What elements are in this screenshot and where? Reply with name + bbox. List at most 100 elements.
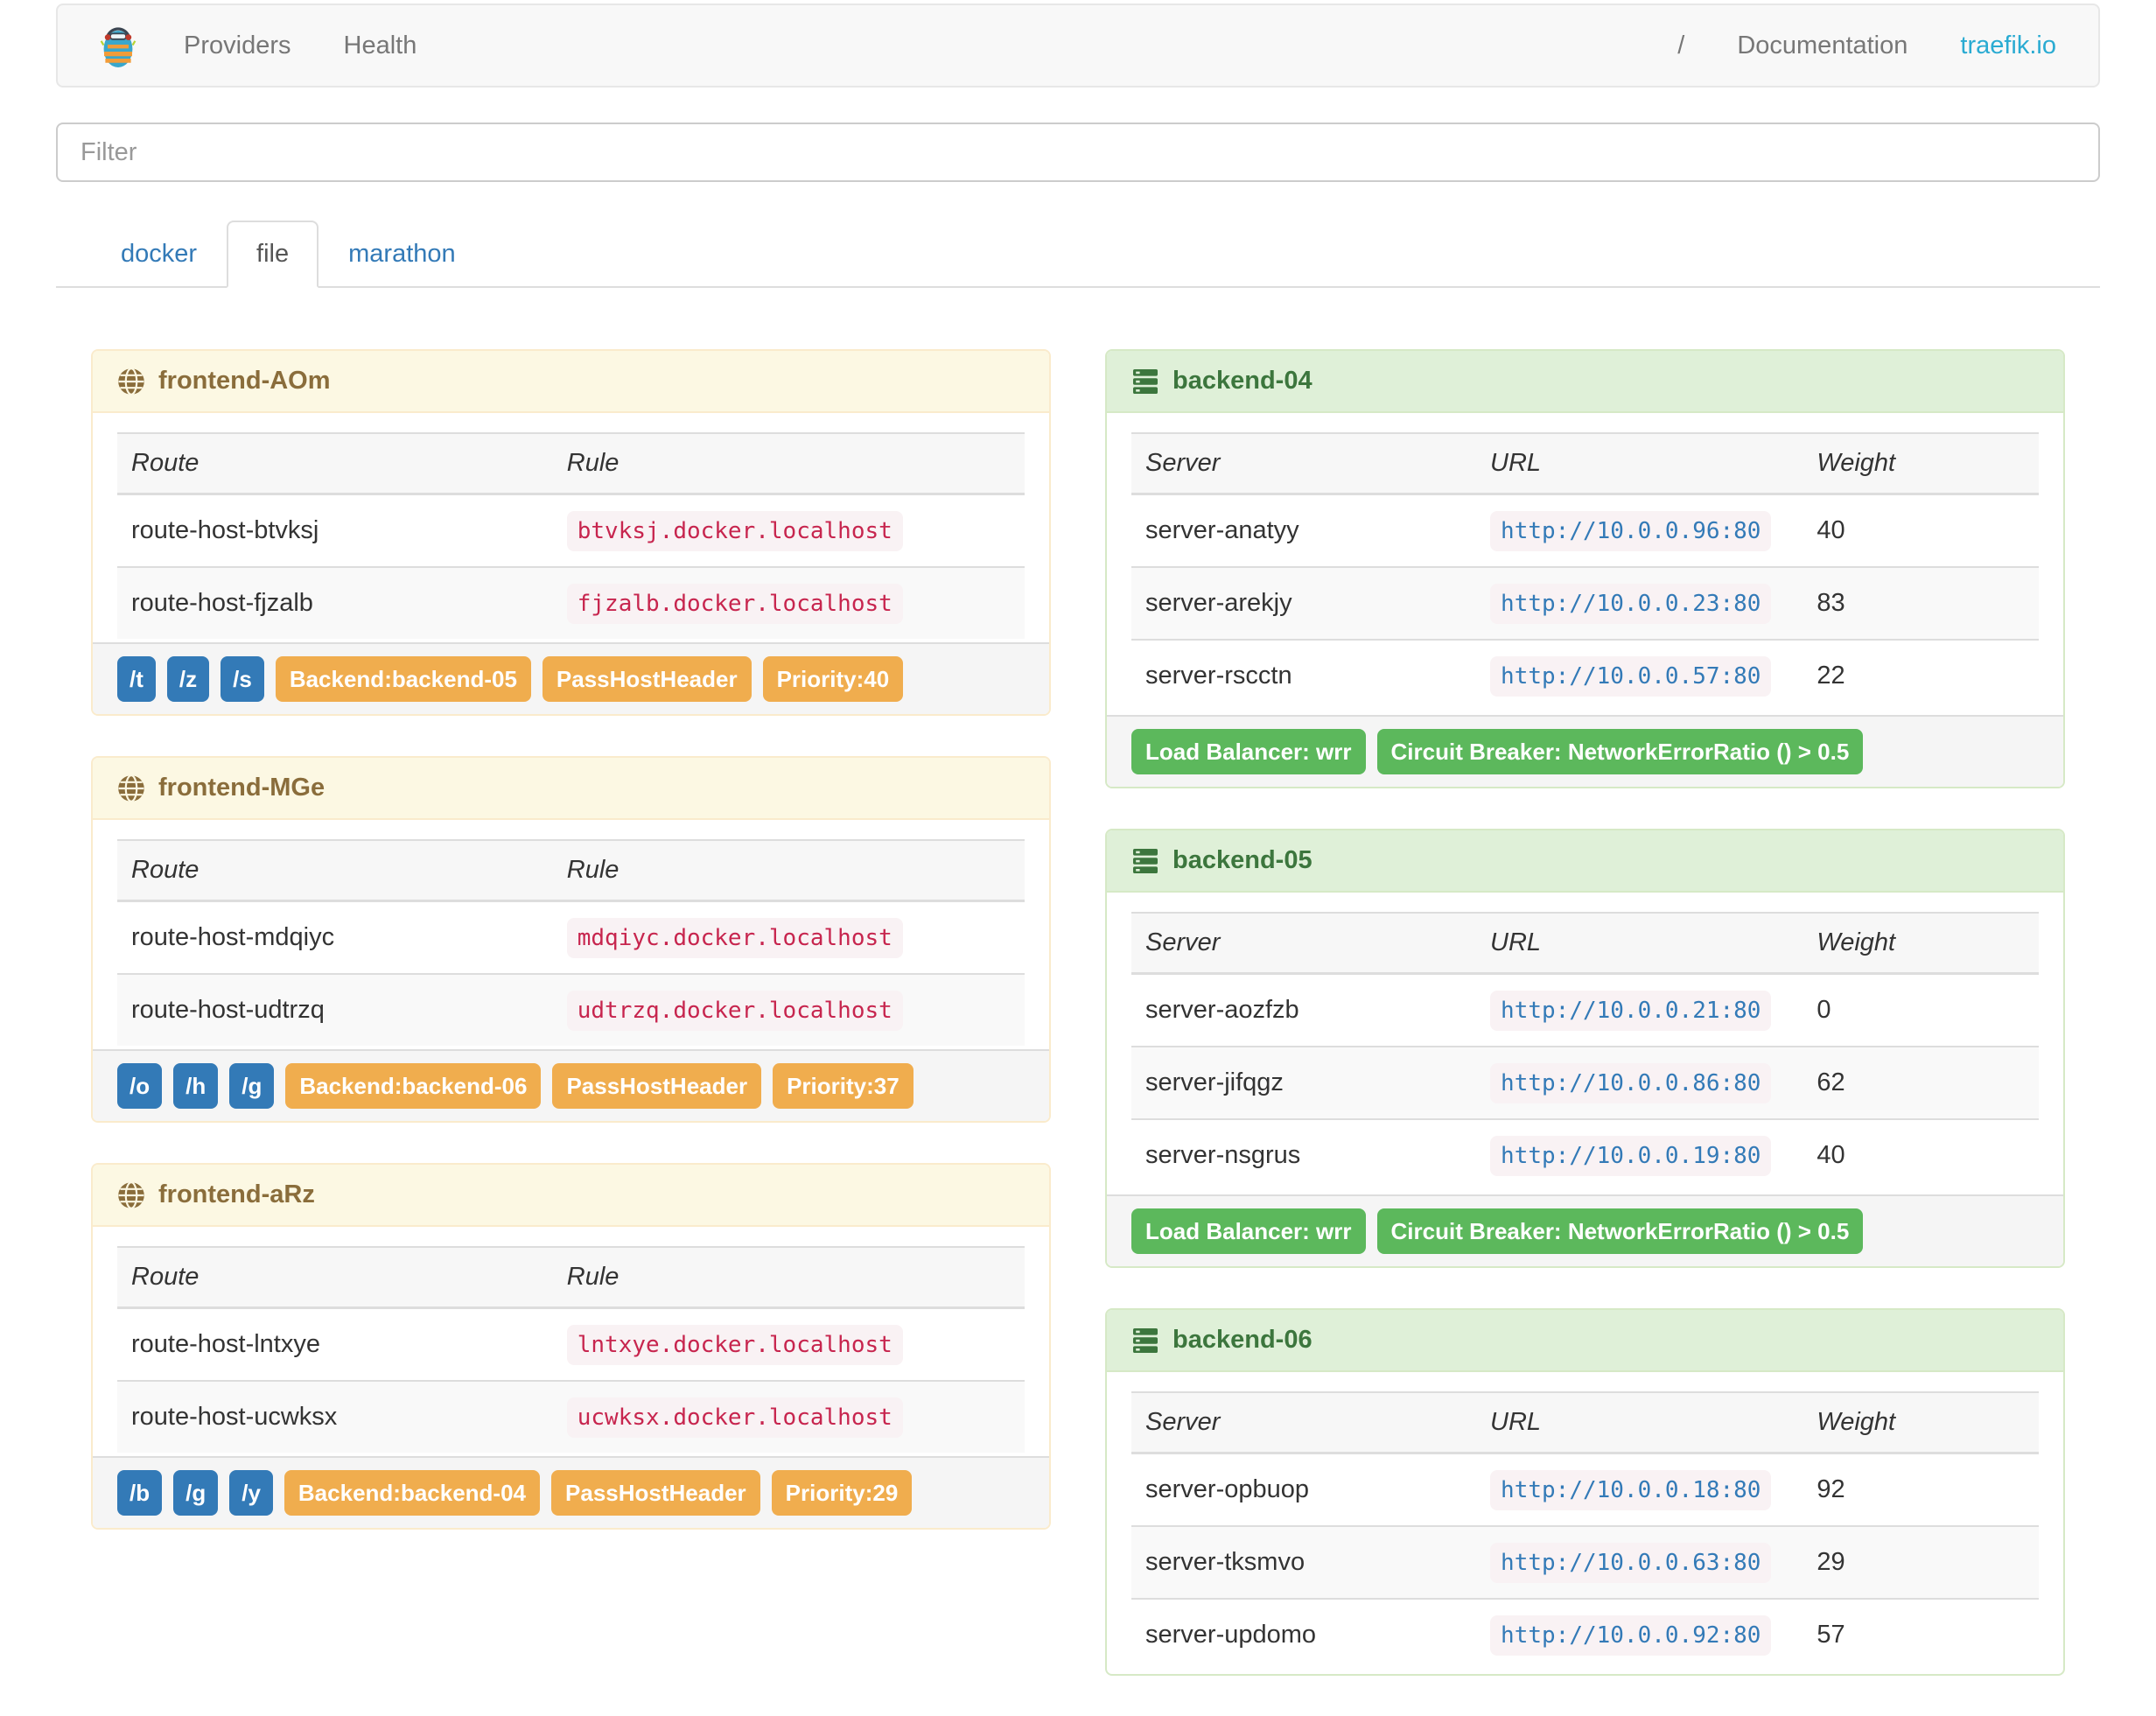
server-url-link[interactable]: http://10.0.0.19:80 <box>1490 1136 1772 1176</box>
table-row: server-arekjy http://10.0.0.23:80 83 <box>1131 566 2039 640</box>
column-header-rule: Rule <box>552 839 1025 902</box>
backend-card-header: backend-04 <box>1107 351 2063 413</box>
backend-ref-badge: Backend:backend-06 <box>285 1063 542 1109</box>
column-header-rule: Rule <box>552 432 1025 495</box>
routes-table: Route Rule route-host-mdqiyc mdqiyc.dock… <box>117 839 1025 1046</box>
globe-icon <box>117 1180 145 1209</box>
backend-card-06: backend-06 Server URL Weight server-opbu… <box>1105 1308 2065 1676</box>
priority-badge: Priority:29 <box>771 1470 913 1516</box>
priority-badge: Priority:37 <box>773 1063 914 1109</box>
tab-file[interactable]: file <box>227 221 319 288</box>
nav-item-documentation[interactable]: Documentation <box>1711 32 1934 60</box>
route-name: route-host-fjzalb <box>117 566 553 639</box>
table-row: server-rscctn http://10.0.0.57:80 22 <box>1131 639 2039 711</box>
backend-ref-badge: Backend:backend-05 <box>275 656 531 702</box>
navbar-right: / Documentation traefik.io <box>1651 32 2082 60</box>
server-icon <box>1131 1327 1159 1355</box>
table-row: route-host-ucwksx ucwksx.docker.localhos… <box>117 1380 1025 1453</box>
rule-value: ucwksx.docker.localhost <box>566 1397 903 1438</box>
server-weight: 57 <box>1802 1598 2039 1670</box>
backend-card-body: Server URL Weight server-aozfzb http://1… <box>1107 893 2063 1194</box>
server-name: server-updomo <box>1131 1598 1477 1670</box>
frontend-card-footer: /o /h /g Backend:backend-06 PassHostHead… <box>93 1049 1049 1121</box>
servers-table: Server URL Weight server-aozfzb http://1… <box>1131 912 2039 1191</box>
frontend-card-body: Route Rule route-host-lntxye lntxye.dock… <box>93 1227 1049 1456</box>
table-row: server-opbuop http://10.0.0.18:80 92 <box>1131 1453 2039 1527</box>
provider-tabs: docker file marathon <box>56 221 2100 288</box>
server-url-link[interactable]: http://10.0.0.63:80 <box>1490 1543 1772 1583</box>
circuit-breaker-badge: Circuit Breaker: NetworkErrorRatio () > … <box>1376 1208 1864 1254</box>
column-header-route: Route <box>117 1246 553 1309</box>
tab-marathon[interactable]: marathon <box>318 221 486 288</box>
circuit-breaker-badge: Circuit Breaker: NetworkErrorRatio () > … <box>1376 729 1864 774</box>
entrypoint-badge: /h <box>173 1063 219 1109</box>
column-header-server: Server <box>1131 912 1477 975</box>
priority-badge: Priority:40 <box>762 656 904 702</box>
traefik-mascot-icon <box>100 27 136 67</box>
traefik-logo <box>74 23 158 68</box>
backend-title: backend-05 <box>1172 846 1312 874</box>
filter-input[interactable] <box>56 123 2100 182</box>
nav-item-traefik-io[interactable]: traefik.io <box>1934 32 2082 60</box>
server-weight: 83 <box>1802 566 2039 640</box>
column-header-server: Server <box>1131 1391 1477 1454</box>
globe-icon <box>117 774 145 802</box>
navbar-left: Providers Health <box>74 23 443 68</box>
rule-value: btvksj.docker.localhost <box>566 511 903 551</box>
backend-card-header: backend-05 <box>1107 830 2063 893</box>
passhostheader-badge: PassHostHeader <box>551 1470 760 1516</box>
server-weight: 0 <box>1816 996 1831 1024</box>
server-url-link[interactable]: http://10.0.0.21:80 <box>1490 991 1772 1031</box>
backend-ref-badge: Backend:backend-04 <box>284 1470 541 1516</box>
entrypoint-badge: /g <box>229 1063 275 1109</box>
server-weight: 62 <box>1802 1046 2039 1119</box>
entrypoint-badge: /b <box>117 1470 163 1516</box>
entrypoint-badge: /g <box>173 1470 219 1516</box>
server-name: server-arekjy <box>1131 566 1477 640</box>
nav-item-providers[interactable]: Providers <box>158 32 318 60</box>
frontend-card-aRz: frontend-aRz Route Rule route-host-lntxy… <box>91 1163 1051 1530</box>
frontends-column: frontend-AOm Route Rule route-host-btvks… <box>91 349 1051 1716</box>
table-row: server-updomo http://10.0.0.92:80 57 <box>1131 1598 2039 1670</box>
route-name: route-host-btvksj <box>131 516 319 544</box>
column-header-url: URL <box>1476 912 1803 975</box>
tab-docker[interactable]: docker <box>91 221 227 288</box>
server-weight: 22 <box>1802 639 2039 711</box>
entrypoint-badge: /y <box>229 1470 273 1516</box>
route-name: route-host-udtrzq <box>117 973 553 1046</box>
rule-value: fjzalb.docker.localhost <box>566 584 903 624</box>
frontend-card-AOm: frontend-AOm Route Rule route-host-btvks… <box>91 349 1051 716</box>
backend-card-04: backend-04 Server URL Weight server-anat… <box>1105 349 2065 788</box>
server-name: server-tksmvo <box>1131 1525 1477 1599</box>
backend-title: backend-06 <box>1172 1326 1312 1354</box>
route-name: route-host-mdqiyc <box>131 923 335 951</box>
server-url-link[interactable]: http://10.0.0.92:80 <box>1490 1615 1772 1656</box>
table-row: route-host-btvksj btvksj.docker.localhos… <box>117 494 1025 568</box>
column-header-route: Route <box>117 432 553 495</box>
server-weight: 40 <box>1802 1118 2039 1191</box>
server-name: server-aozfzb <box>1145 996 1299 1024</box>
server-url-link[interactable]: http://10.0.0.23:80 <box>1490 584 1772 624</box>
backend-card-header: backend-06 <box>1107 1310 2063 1372</box>
table-row: server-anatyy http://10.0.0.96:80 40 <box>1131 494 2039 568</box>
backend-card-footer: Load Balancer: wrr Circuit Breaker: Netw… <box>1107 715 2063 787</box>
filter-row <box>56 123 2100 182</box>
frontend-card-footer: /t /z /s Backend:backend-05 PassHostHead… <box>93 642 1049 714</box>
frontend-card-header: frontend-MGe <box>93 758 1049 820</box>
server-url-link[interactable]: http://10.0.0.57:80 <box>1490 656 1772 697</box>
navbar: Providers Health / Documentation traefik… <box>56 4 2100 88</box>
table-row: route-host-mdqiyc mdqiyc.docker.localhos… <box>117 901 1025 975</box>
frontend-card-body: Route Rule route-host-btvksj btvksj.dock… <box>93 413 1049 642</box>
server-url-link[interactable]: http://10.0.0.96:80 <box>1490 511 1772 551</box>
server-name: server-rscctn <box>1131 639 1477 711</box>
server-url-link[interactable]: http://10.0.0.86:80 <box>1490 1063 1772 1103</box>
column-header-server: Server <box>1131 432 1477 495</box>
frontend-card-MGe: frontend-MGe Route Rule route-host-mdqiy… <box>91 756 1051 1123</box>
nav-item-health[interactable]: Health <box>318 32 444 60</box>
entrypoint-badge: /t <box>117 656 156 702</box>
table-row: server-nsgrus http://10.0.0.19:80 40 <box>1131 1118 2039 1191</box>
server-url-link[interactable]: http://10.0.0.18:80 <box>1490 1470 1772 1510</box>
table-row: route-host-lntxye lntxye.docker.localhos… <box>117 1308 1025 1382</box>
server-weight: 92 <box>1816 1475 1845 1503</box>
server-name: server-anatyy <box>1145 516 1299 544</box>
